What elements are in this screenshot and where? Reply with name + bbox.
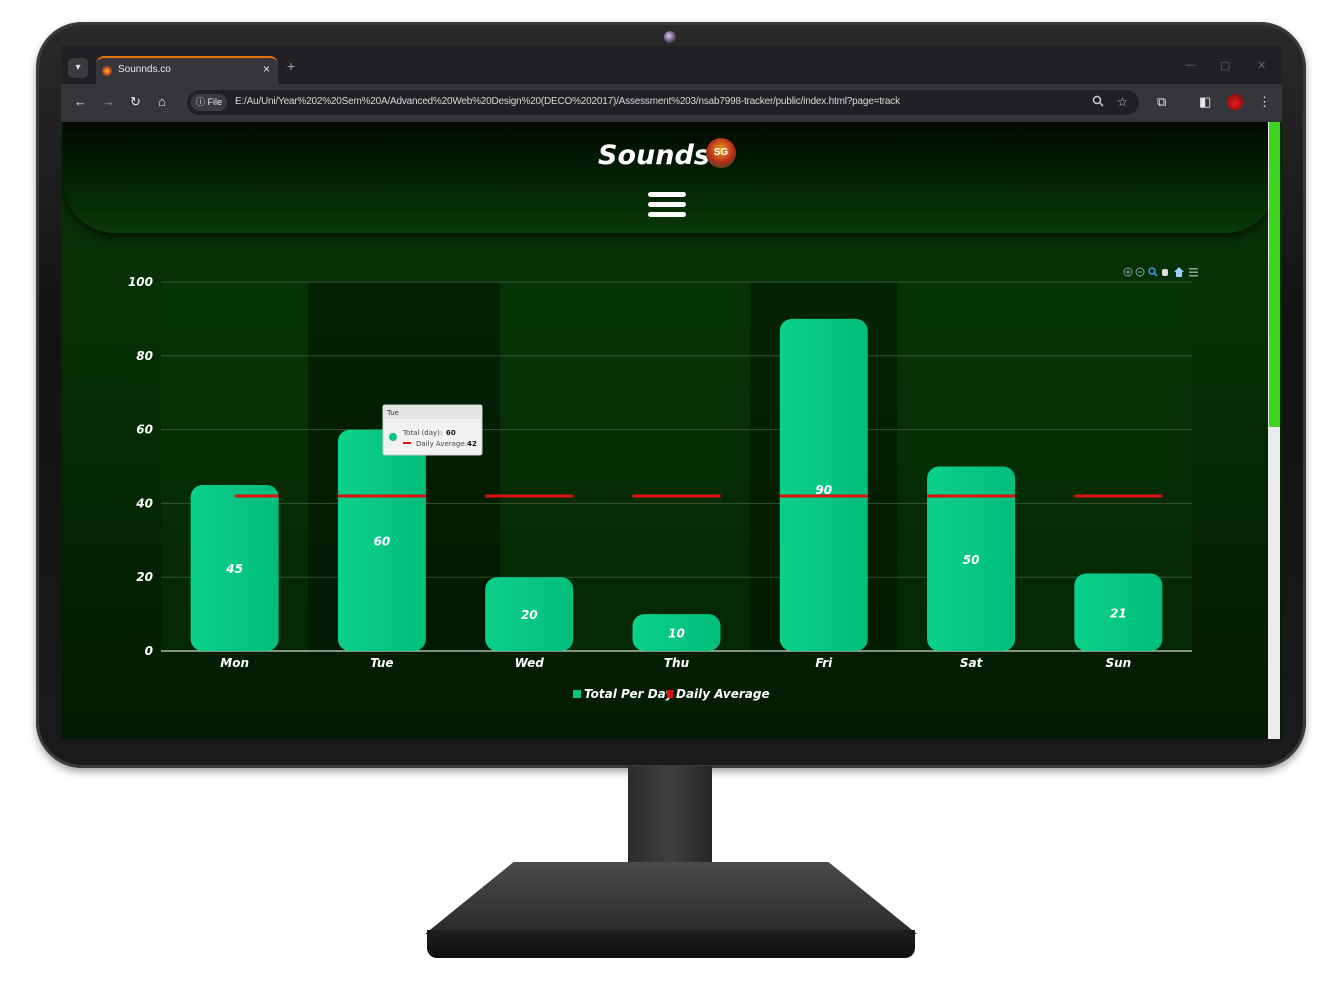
new-tab-button[interactable]: + bbox=[287, 58, 295, 74]
reload-icon[interactable]: ↻ bbox=[130, 94, 141, 110]
home-icon[interactable]: ⌂ bbox=[158, 94, 166, 109]
tooltip-marker-total bbox=[389, 433, 397, 441]
tab-search-dropdown-icon[interactable]: ▾ bbox=[68, 58, 88, 78]
legend-marker-total[interactable] bbox=[573, 690, 581, 698]
y-tick-label: 40 bbox=[135, 496, 153, 510]
tooltip-average-value: 42 bbox=[467, 440, 477, 448]
zoom-icon[interactable] bbox=[1092, 95, 1104, 110]
x-tick-label: Mon bbox=[220, 656, 249, 670]
forward-icon[interactable]: → bbox=[102, 94, 115, 109]
browser-tab[interactable]: Sounnds.co × bbox=[96, 56, 278, 84]
y-tick-label: 100 bbox=[128, 275, 153, 289]
browser-tab-bar: ▾ Sounnds.co × + — ▢ ✕ bbox=[61, 46, 1282, 84]
tooltip-total-label: Total (day): bbox=[402, 429, 442, 437]
x-tick-label: Sat bbox=[960, 656, 984, 670]
browser-toolbar: ← → ↻ ⌂ ⓘ File E:/Au/Uni/Year%202%20Sem%… bbox=[61, 84, 1282, 122]
side-panel-icon[interactable]: ◧ bbox=[1199, 94, 1211, 110]
tooltip-total-value: 60 bbox=[446, 429, 456, 437]
legend-marker-average[interactable] bbox=[667, 690, 673, 698]
x-tick-label: Thu bbox=[664, 656, 690, 670]
bar-data-label: 50 bbox=[963, 553, 980, 567]
bar-data-label: 90 bbox=[815, 483, 832, 497]
bar-data-label: 21 bbox=[1110, 606, 1127, 620]
legend-label-average[interactable]: Daily Average bbox=[676, 687, 770, 701]
back-icon[interactable]: ← bbox=[74, 94, 87, 109]
bar-data-label: 60 bbox=[374, 534, 391, 548]
extensions-icon[interactable]: ⧉ bbox=[1157, 94, 1166, 110]
restore-icon[interactable]: ▢ bbox=[1220, 59, 1230, 72]
x-tick-label: Wed bbox=[515, 656, 545, 670]
menu-kebab-icon[interactable]: ⋮ bbox=[1258, 94, 1271, 110]
window-close-icon[interactable]: ✕ bbox=[1257, 59, 1266, 72]
bar-data-label: 10 bbox=[668, 627, 685, 641]
weekly-bar-chart: 45 60 20 10 90 50 21 0 20 40 60 80 100 Mon Tue Wed Thu… bbox=[128, 275, 1192, 701]
tooltip-average-label: Daily Average: bbox=[416, 440, 467, 448]
x-tick-label: Sun bbox=[1105, 656, 1131, 670]
monitor-stand-neck bbox=[628, 766, 712, 870]
tab-close-icon[interactable]: × bbox=[263, 62, 270, 76]
webcam bbox=[664, 31, 676, 43]
monitor-screen: ▾ Sounnds.co × + — ▢ ✕ ← → ↻ ⌂ ⓘ File E:… bbox=[61, 46, 1282, 739]
profile-avatar[interactable] bbox=[1227, 94, 1243, 110]
x-tick-label: Tue bbox=[370, 656, 393, 670]
web-page: Sounds SG 45 60 20 10 90 50 21 0 20 40 6… bbox=[61, 122, 1282, 739]
bookmark-star-icon[interactable]: ☆ bbox=[1117, 95, 1128, 109]
address-bar[interactable]: ⓘ File E:/Au/Uni/Year%202%20Sem%20A/Adva… bbox=[187, 90, 1139, 115]
x-tick-label: Fri bbox=[815, 656, 833, 670]
bar-data-label: 45 bbox=[225, 562, 243, 576]
favicon-icon bbox=[102, 66, 112, 76]
y-tick-label: 0 bbox=[145, 644, 153, 658]
y-tick-label: 80 bbox=[136, 349, 153, 363]
minimize-icon[interactable]: — bbox=[1185, 59, 1196, 71]
site-info-chip[interactable]: ⓘ File bbox=[191, 94, 228, 111]
monitor-stand-base bbox=[425, 862, 917, 934]
bar-data-label: 20 bbox=[521, 608, 538, 622]
y-tick-label: 20 bbox=[136, 570, 153, 584]
monitor-stand-edge bbox=[427, 930, 915, 958]
page-scrollbar-thumb[interactable] bbox=[1269, 122, 1280, 427]
legend-label-total[interactable]: Total Per Day bbox=[584, 687, 674, 701]
tooltip-title: Tue bbox=[386, 409, 399, 417]
url-text[interactable]: E:/Au/Uni/Year%202%20Sem%20A/Advanced%20… bbox=[235, 96, 900, 107]
y-tick-label: 60 bbox=[136, 423, 153, 437]
tab-title: Sounnds.co bbox=[118, 64, 171, 75]
